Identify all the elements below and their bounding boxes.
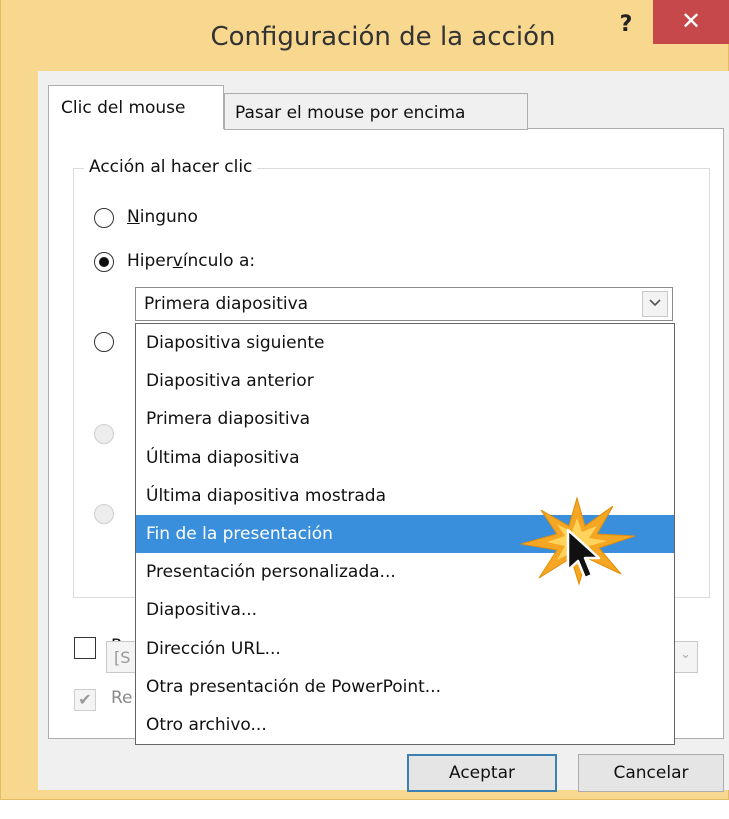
radio-accion-objeto (94, 504, 114, 524)
action-group-label: Acción al hacer clic (84, 157, 258, 177)
ok-button[interactable]: Aceptar (407, 754, 557, 792)
radio-ninguno[interactable] (94, 208, 114, 228)
dropdown-item[interactable]: Otra presentación de PowerPoint... (136, 668, 674, 706)
highlight-click-checkbox: ✔ (74, 689, 96, 711)
dropdown-item[interactable]: Última diapositiva (136, 439, 674, 477)
radio-ejecutar-programa[interactable] (94, 332, 114, 352)
radio-hipervinculo[interactable] (94, 252, 114, 272)
dropdown-item[interactable]: Otro archivo... (136, 706, 674, 744)
sound-select-value: [S (114, 648, 131, 667)
chevron-down-icon: ⌄ (680, 647, 691, 662)
mouse-cursor-icon (566, 528, 601, 580)
hyperlink-combo[interactable]: Primera diapositiva (135, 287, 673, 321)
dropdown-item[interactable]: Dirección URL... (136, 630, 674, 668)
tab-pasar-el-mouse[interactable]: Pasar el mouse por encima (224, 93, 528, 130)
radio-ninguno-label: Ninguno (127, 207, 198, 227)
help-button[interactable]: ? (613, 10, 639, 40)
dropdown-item[interactable]: Diapositiva siguiente (136, 324, 674, 362)
tab-clic-del-mouse[interactable]: Clic del mouse (48, 85, 224, 129)
dropdown-item[interactable]: Diapositiva... (136, 591, 674, 629)
play-sound-checkbox[interactable] (74, 637, 96, 659)
title-bar[interactable]: Configuración de la acción ? ✕ (1, 0, 729, 70)
radio-ejecutar-macro (94, 424, 114, 444)
radio-hipervinculo-label: Hipervínculo a: (127, 251, 256, 271)
dropdown-item[interactable]: Primera diapositiva (136, 400, 674, 438)
cancel-button[interactable]: Cancelar (578, 754, 724, 792)
dropdown-item[interactable]: Diapositiva anterior (136, 362, 674, 400)
chevron-down-icon[interactable] (642, 291, 668, 317)
hyperlink-combo-value: Primera diapositiva (144, 294, 309, 314)
highlight-click-label: Re (111, 688, 133, 708)
close-button[interactable]: ✕ (653, 0, 729, 44)
